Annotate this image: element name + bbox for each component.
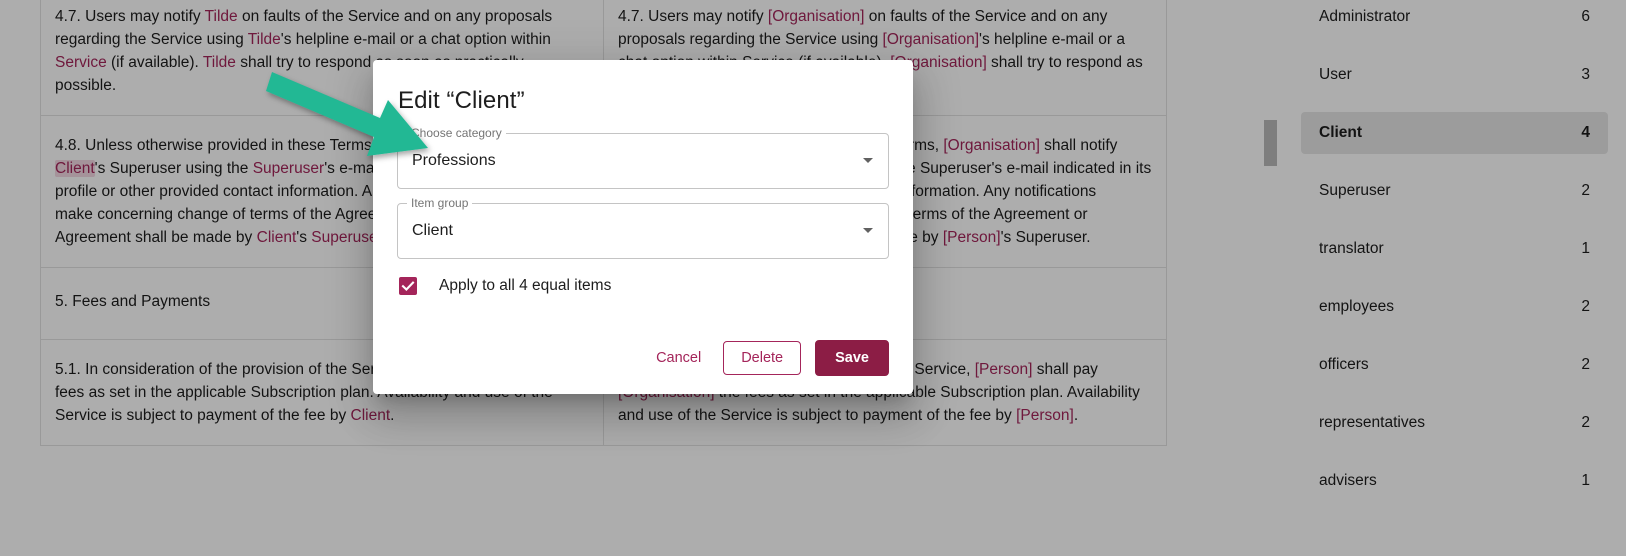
apply-to-all-label: Apply to all 4 equal items xyxy=(439,277,612,294)
apply-to-all-row[interactable]: Apply to all 4 equal items xyxy=(399,277,889,295)
edit-item-dialog: Edit “Client” Choose category Profession… xyxy=(373,60,913,394)
cancel-button[interactable]: Cancel xyxy=(648,342,709,375)
choose-category-label: Choose category xyxy=(407,125,506,141)
app-root: 4.7. Users may notify Tilde on faults of… xyxy=(0,0,1626,556)
delete-button[interactable]: Delete xyxy=(723,340,802,375)
choose-category-value: Professions xyxy=(412,152,496,169)
item-group-label: Item group xyxy=(407,195,473,211)
chevron-down-icon xyxy=(863,158,873,163)
field-outline xyxy=(397,203,889,259)
save-button[interactable]: Save xyxy=(815,339,889,376)
item-group-select[interactable]: Item group Client xyxy=(397,195,889,259)
choose-category-select[interactable]: Choose category Professions xyxy=(397,125,889,189)
chevron-down-icon xyxy=(863,228,873,233)
vertical-scrollbar-track[interactable] xyxy=(1264,0,1277,556)
dialog-actions: Cancel Delete Save xyxy=(648,339,889,376)
vertical-scrollbar-thumb[interactable] xyxy=(1264,120,1277,166)
apply-to-all-checkbox[interactable] xyxy=(399,277,417,295)
dialog-title: Edit “Client” xyxy=(398,87,525,114)
item-group-value: Client xyxy=(412,222,453,239)
